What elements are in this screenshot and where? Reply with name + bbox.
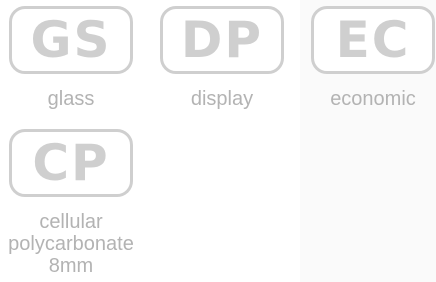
badge-code: EC [335, 11, 411, 69]
label-line: cellular [39, 211, 103, 233]
option-display[interactable]: DP display [157, 6, 287, 110]
economic-badge-icon: EC [311, 6, 435, 74]
label-line: glass [47, 88, 95, 110]
option-label: glass [6, 88, 136, 110]
option-label: economic [308, 88, 436, 110]
material-options-panel: GS glass DP display EC economic CP cellu… [0, 0, 436, 282]
option-economic[interactable]: EC economic [308, 6, 436, 110]
label-line: economic [330, 88, 416, 110]
badge-code: CP [32, 134, 110, 192]
display-badge-icon: DP [160, 6, 284, 74]
cellular-polycarbonate-badge-icon: CP [9, 129, 133, 197]
badge-code: GS [30, 11, 112, 69]
option-label: cellular polycarbonate 8mm [6, 211, 136, 277]
label-line: polycarbonate [8, 233, 134, 255]
glass-badge-icon: GS [9, 6, 133, 74]
label-line: display [190, 88, 254, 110]
label-line: 8mm [48, 255, 94, 277]
option-glass[interactable]: GS glass [6, 6, 136, 110]
option-label: display [157, 88, 287, 110]
badge-code: DP [180, 11, 264, 69]
option-cellular-polycarbonate[interactable]: CP cellular polycarbonate 8mm [6, 129, 136, 277]
